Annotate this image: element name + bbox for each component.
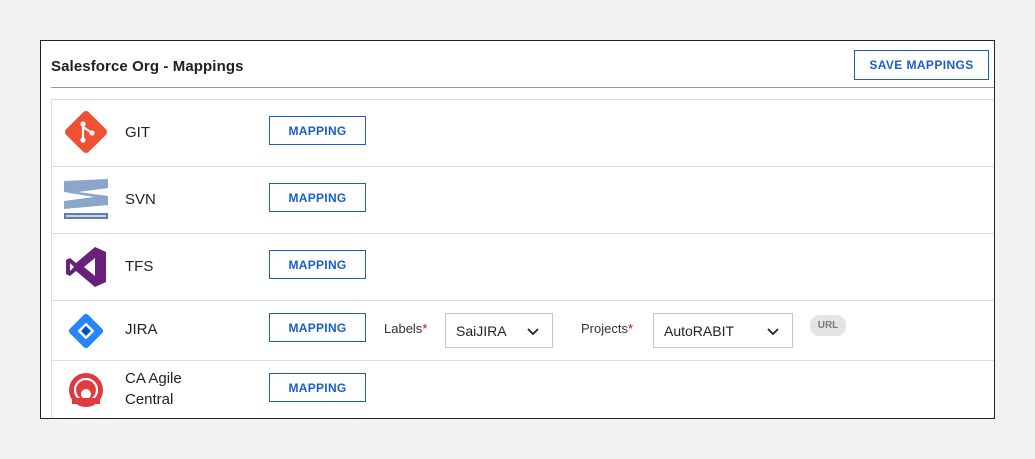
- page-title: Salesforce Org - Mappings: [51, 58, 244, 75]
- required-asterisk: *: [422, 321, 428, 336]
- mapping-button-tfs[interactable]: MAPPING: [269, 250, 366, 279]
- mapping-button-git[interactable]: MAPPING: [269, 116, 366, 145]
- tfs-logo-icon: [66, 247, 106, 287]
- list-item-jira: JIRA MAPPING Labels* SaiJIRA Projects* A…: [52, 301, 994, 361]
- panel-header: Salesforce Org - Mappings SAVE MAPPINGS: [41, 41, 994, 87]
- ca-agile-central-logo-icon: [69, 373, 103, 407]
- chevron-down-icon: [767, 328, 779, 336]
- labels-select[interactable]: SaiJIRA: [445, 313, 553, 348]
- url-badge[interactable]: URL: [810, 315, 846, 336]
- list-item-tfs: TFS MAPPING: [52, 234, 994, 301]
- list-item-ca-agile-central: CA Agile Central MAPPING: [52, 361, 994, 418]
- required-asterisk: *: [627, 321, 634, 336]
- labels-select-value: SaiJIRA: [456, 323, 507, 339]
- integration-name: SVN: [125, 191, 156, 208]
- mappings-panel: Salesforce Org - Mappings SAVE MAPPINGS …: [40, 40, 995, 419]
- projects-field-label: Projects*: [581, 321, 634, 336]
- list-item-git: GIT MAPPING: [52, 100, 994, 167]
- save-mappings-button[interactable]: SAVE MAPPINGS: [854, 50, 989, 80]
- mapping-button-jira[interactable]: MAPPING: [269, 313, 366, 342]
- jira-logo-icon: [68, 313, 104, 349]
- git-logo-icon: [65, 111, 107, 153]
- list-item-svn: SVN MAPPING: [52, 167, 994, 234]
- labels-field-label: Labels*: [384, 321, 428, 336]
- integration-list: GIT MAPPING SVN MAPPING TFS MAPPING JIRA…: [51, 99, 994, 418]
- integration-name: GIT: [125, 124, 150, 141]
- mapping-button-ca-agile-central[interactable]: MAPPING: [269, 373, 366, 402]
- integration-name: TFS: [125, 258, 154, 275]
- chevron-down-icon: [527, 328, 539, 336]
- mapping-button-svn[interactable]: MAPPING: [269, 183, 366, 212]
- svn-logo-icon: [64, 179, 108, 219]
- projects-select[interactable]: AutoRABIT: [653, 313, 793, 348]
- projects-select-value: AutoRABIT: [664, 323, 735, 339]
- header-divider: [51, 87, 994, 88]
- integration-name: JIRA: [125, 321, 158, 338]
- integration-name: CA Agile Central: [125, 370, 182, 408]
